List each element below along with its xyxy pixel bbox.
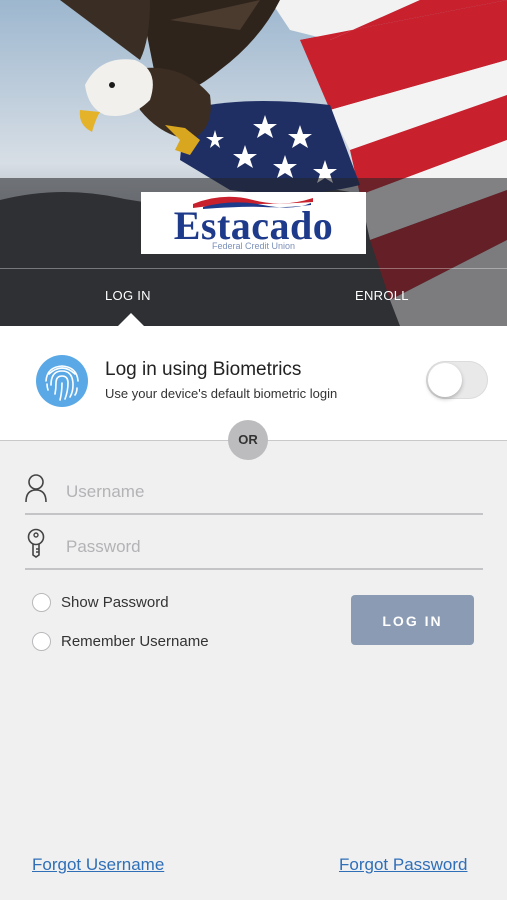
username-field	[25, 473, 483, 515]
tab-divider	[0, 268, 507, 269]
remember-username-label: Remember Username	[61, 633, 209, 650]
tab-enroll[interactable]: ENROLL	[355, 288, 409, 303]
login-button[interactable]: LOG IN	[351, 595, 474, 645]
forgot-username-link[interactable]: Forgot Username	[32, 855, 164, 875]
forgot-password-link[interactable]: Forgot Password	[339, 855, 468, 875]
remember-username-checkbox[interactable]	[32, 632, 51, 651]
biometrics-title: Log in using Biometrics	[105, 359, 302, 380]
password-input[interactable]	[64, 532, 468, 562]
user-icon	[25, 474, 47, 503]
or-badge: OR	[228, 420, 268, 460]
tab-login[interactable]: LOG IN	[105, 288, 151, 303]
show-password-checkbox[interactable]	[32, 593, 51, 612]
active-tab-indicator	[118, 313, 144, 326]
biometrics-subtitle: Use your device's default biometric logi…	[105, 386, 338, 401]
hero-banner: Estacado Federal Credit Union LOG IN ENR…	[0, 0, 507, 326]
password-field	[25, 528, 483, 570]
fingerprint-icon	[36, 355, 88, 407]
username-input[interactable]	[64, 477, 468, 507]
show-password-label: Show Password	[61, 594, 169, 611]
toggle-knob	[428, 363, 462, 397]
key-icon	[27, 528, 45, 558]
estacado-logo: Estacado Federal Credit Union	[141, 192, 366, 254]
biometrics-toggle[interactable]	[426, 361, 488, 399]
logo-subtitle: Federal Credit Union	[211, 241, 296, 251]
